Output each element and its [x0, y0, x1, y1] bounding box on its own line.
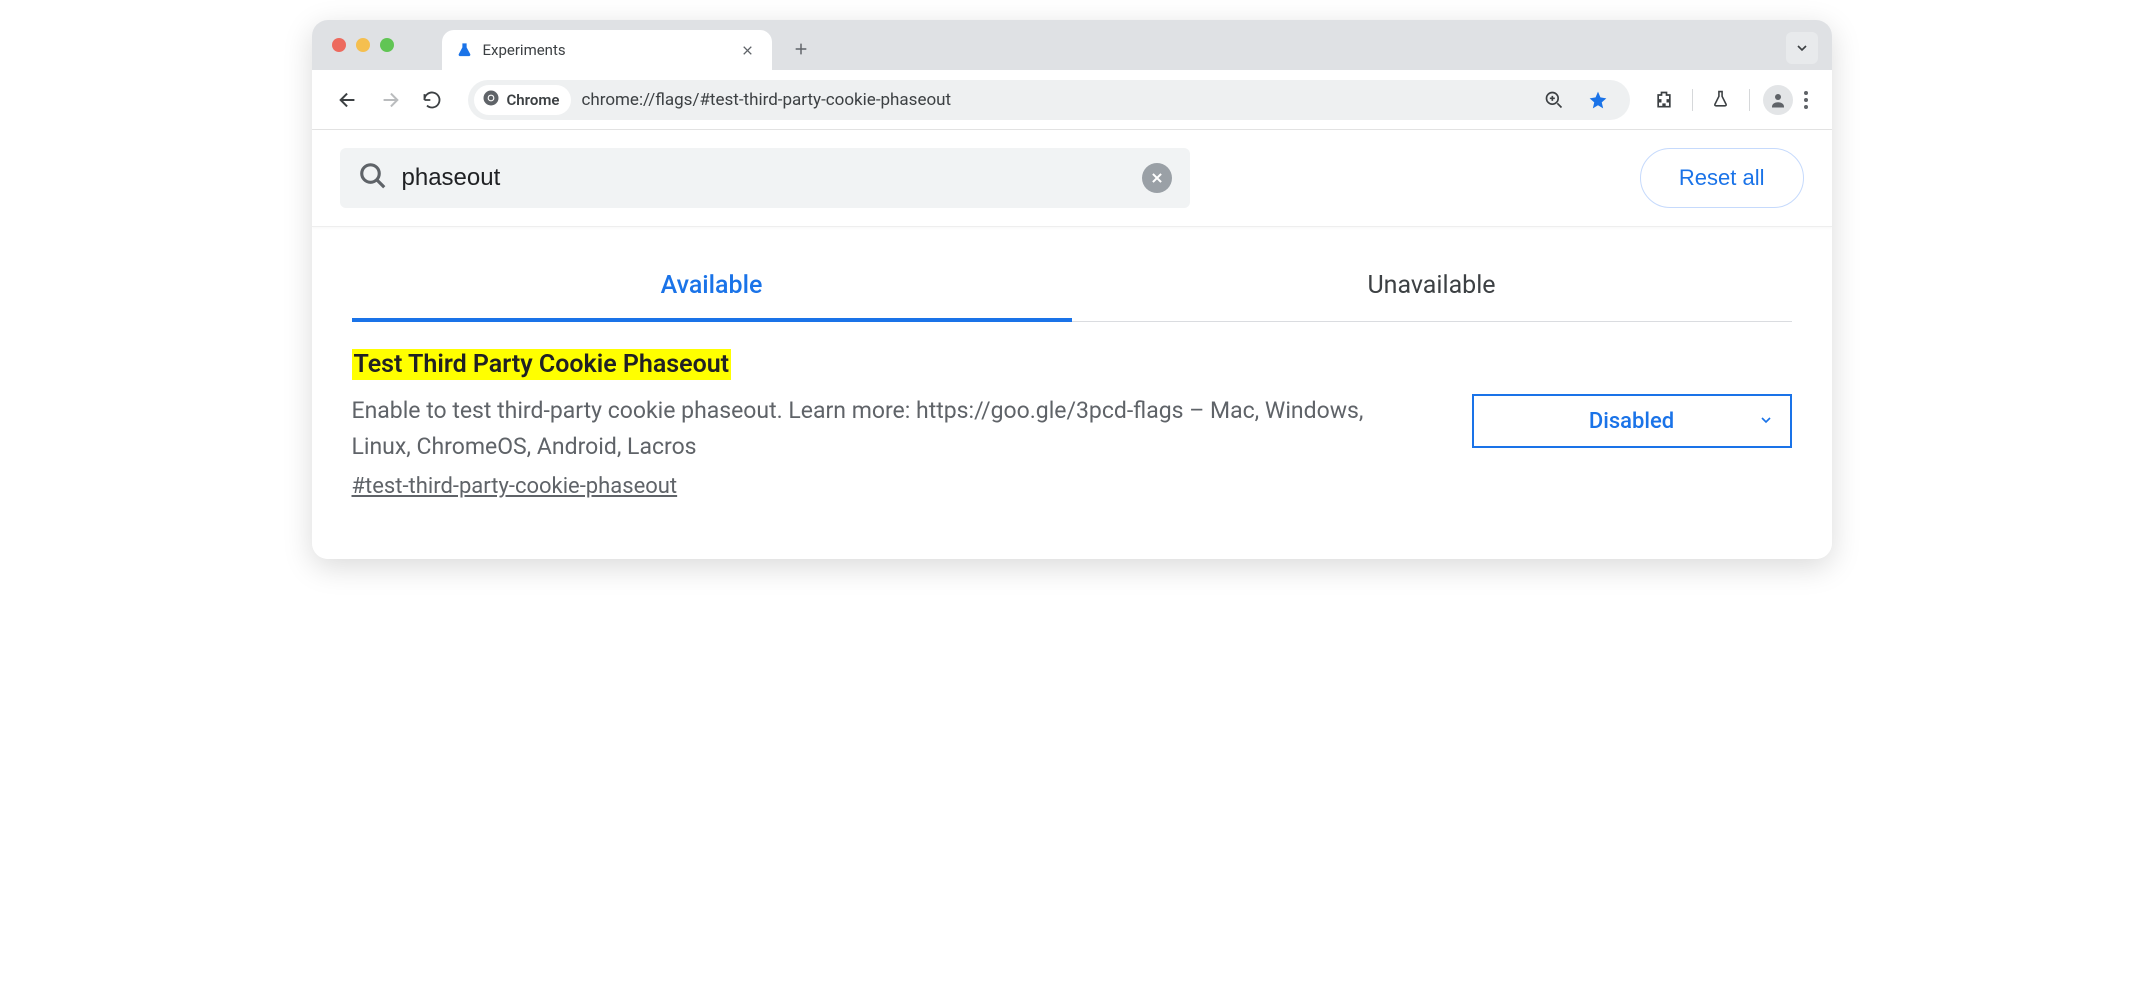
chevron-down-icon — [1758, 409, 1774, 434]
separator — [1692, 89, 1693, 111]
reset-all-button[interactable]: Reset all — [1640, 148, 1804, 208]
tab-overflow-button[interactable] — [1786, 32, 1818, 64]
flag-anchor-link[interactable]: #test-third-party-cookie-phaseout — [352, 474, 678, 499]
minimize-window-button[interactable] — [356, 38, 370, 52]
toolbar: Chrome chrome://flags/#test-third-party-… — [312, 70, 1832, 130]
window-controls — [332, 38, 394, 52]
close-tab-button[interactable] — [738, 40, 758, 60]
forward-button[interactable] — [372, 82, 408, 118]
search-icon — [358, 161, 388, 195]
new-tab-button[interactable] — [784, 32, 818, 66]
separator — [1749, 89, 1750, 111]
site-chip-label: Chrome — [507, 91, 560, 109]
browser-tab[interactable]: Experiments — [442, 30, 772, 70]
site-chip[interactable]: Chrome — [474, 85, 572, 115]
flag-body: Test Third Party Cookie Phaseout Enable … — [352, 350, 1432, 499]
flag-item: Test Third Party Cookie Phaseout Enable … — [312, 322, 1832, 559]
avatar-icon — [1763, 85, 1793, 115]
flag-state-select[interactable]: Disabled — [1472, 394, 1792, 448]
tabs-row: Available Unavailable — [312, 253, 1832, 322]
tab-unavailable[interactable]: Unavailable — [1072, 253, 1792, 322]
url-text: chrome://flags/#test-third-party-cookie-… — [581, 90, 951, 110]
maximize-window-button[interactable] — [380, 38, 394, 52]
chrome-menu-button[interactable] — [1798, 85, 1814, 115]
clear-search-button[interactable] — [1142, 163, 1172, 193]
page-content: Reset all Available Unavailable Test Thi… — [312, 130, 1832, 559]
tab-title: Experiments — [483, 41, 728, 59]
flag-title: Test Third Party Cookie Phaseout — [352, 349, 732, 380]
omnibox-actions — [1538, 84, 1624, 116]
close-window-button[interactable] — [332, 38, 346, 52]
address-bar[interactable]: Chrome chrome://flags/#test-third-party-… — [468, 80, 1630, 120]
extensions-icon[interactable] — [1648, 84, 1680, 116]
flag-description: Enable to test third-party cookie phaseo… — [352, 393, 1392, 464]
search-box — [340, 148, 1190, 208]
browser-window: Experiments Chrome — [312, 20, 1832, 559]
tab-available[interactable]: Available — [352, 253, 1072, 322]
reload-button[interactable] — [414, 82, 450, 118]
titlebar: Experiments — [312, 20, 1832, 70]
search-row: Reset all — [312, 130, 1832, 227]
toolbar-right — [1648, 84, 1814, 116]
labs-flask-icon[interactable] — [1705, 84, 1737, 116]
search-input[interactable] — [402, 164, 1128, 192]
flask-icon — [456, 42, 473, 59]
flag-state-label: Disabled — [1589, 409, 1674, 434]
zoom-icon[interactable] — [1538, 84, 1570, 116]
chrome-logo-icon — [482, 89, 500, 111]
bookmark-star-icon[interactable] — [1582, 84, 1614, 116]
profile-button[interactable] — [1762, 84, 1794, 116]
back-button[interactable] — [330, 82, 366, 118]
